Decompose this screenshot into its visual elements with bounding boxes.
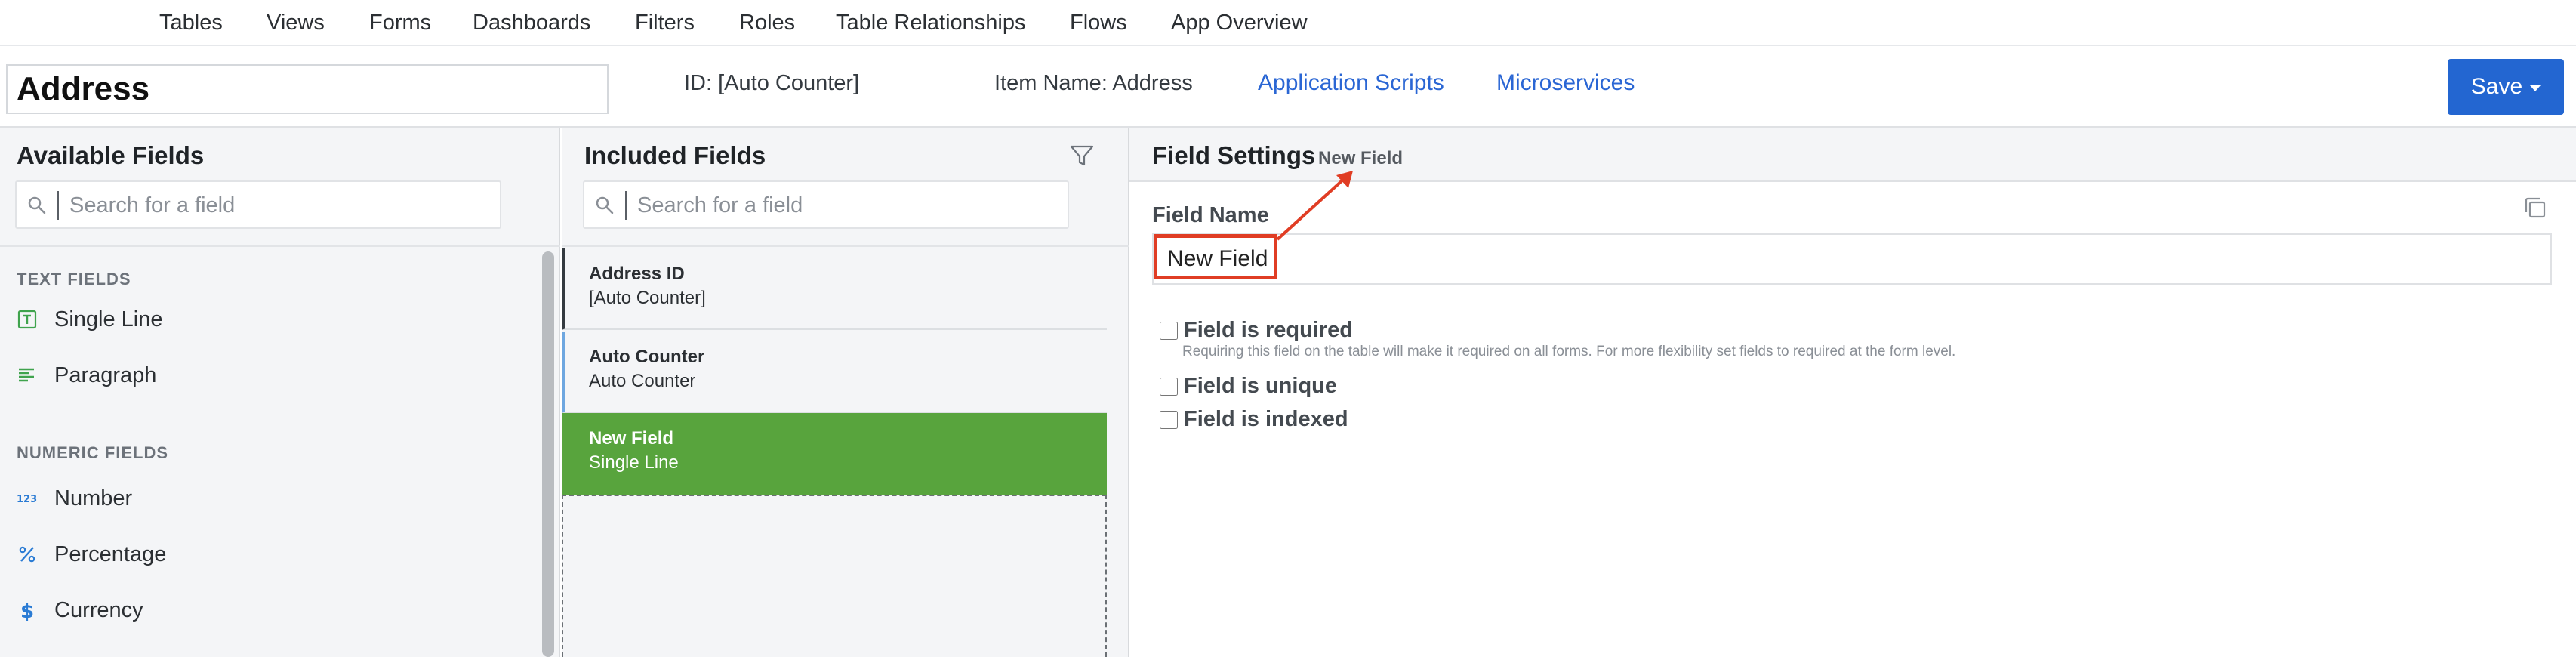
filter-funnel-icon[interactable]: [1069, 143, 1095, 168]
field-settings-title: Field Settings: [1152, 141, 1316, 169]
nav-flows[interactable]: Flows: [1070, 9, 1127, 36]
section-label-text-fields: TEXT FIELDS: [17, 270, 131, 288]
caret-down-icon: [2530, 85, 2541, 91]
copy-icon[interactable]: [2522, 194, 2549, 221]
included-field-type: [Auto Counter]: [589, 288, 706, 308]
field-type-number[interactable]: 123 Number: [17, 483, 132, 514]
search-divider: [625, 191, 627, 220]
available-fields-title: Available Fields: [17, 141, 205, 169]
save-button[interactable]: Save: [2448, 59, 2564, 115]
field-type-label: Paragraph: [54, 362, 157, 387]
field-type-label: Percentage: [54, 541, 167, 566]
divider: [0, 245, 560, 247]
search-icon: [28, 196, 46, 214]
field-unique-row: Field is unique: [1160, 374, 1337, 399]
text-t-icon: [17, 309, 38, 330]
table-name-input[interactable]: [6, 64, 609, 114]
field-type-paragraph[interactable]: Paragraph: [17, 360, 156, 390]
field-unique-checkbox[interactable]: [1160, 377, 1178, 396]
nav-views[interactable]: Views: [267, 9, 325, 36]
percent-icon: [17, 544, 38, 565]
field-type-label: Number: [54, 486, 133, 510]
field-type-percentage[interactable]: Percentage: [17, 539, 166, 569]
available-fields-search: [15, 180, 501, 229]
available-fields-panel: Available Fields TEXT FIELDS Single Line…: [0, 128, 560, 657]
number-123-icon: 123: [17, 488, 38, 509]
svg-text:123: 123: [17, 494, 37, 505]
field-type-currency[interactable]: $ Currency: [17, 595, 143, 625]
available-fields-search-input[interactable]: [69, 190, 492, 221]
field-indexed-label: Field is indexed: [1184, 407, 1348, 431]
field-type-label: Currency: [54, 597, 143, 622]
field-settings-panel: Field Settings New Field Field Name Fiel…: [1129, 128, 2576, 657]
nav-forms[interactable]: Forms: [369, 9, 431, 36]
table-header: ID: [Auto Counter] Item Name: Address Ap…: [0, 46, 2576, 128]
divider: [562, 245, 1129, 247]
included-fields-panel: Included Fields Address ID [Auto Counter…: [562, 128, 1129, 657]
microservices-link[interactable]: Microservices: [1496, 69, 1635, 97]
field-indexed-checkbox[interactable]: [1160, 410, 1178, 429]
top-navigation: Tables Views Forms Dashboards Filters Ro…: [0, 0, 2576, 46]
nav-roles[interactable]: Roles: [739, 9, 795, 36]
included-field-name: Auto Counter: [589, 347, 705, 367]
field-drop-zone[interactable]: [562, 495, 1107, 657]
field-required-row: Field is required: [1160, 318, 1353, 343]
field-name-label: Field Name: [1152, 203, 1269, 227]
paragraph-lines-icon: [17, 365, 38, 386]
included-field-name: Address ID: [589, 264, 685, 284]
table-id-label: ID: [Auto Counter]: [684, 71, 860, 95]
nav-filters[interactable]: Filters: [635, 9, 695, 36]
included-field-name: New Field: [589, 428, 674, 449]
field-unique-label: Field is unique: [1184, 374, 1338, 398]
included-field-address-id[interactable]: Address ID [Auto Counter]: [562, 248, 1107, 330]
dollar-icon: $: [17, 600, 38, 622]
search-icon: [596, 196, 614, 214]
field-type-label: Single Line: [54, 307, 163, 332]
field-required-help-text: Requiring this field on the table will m…: [1182, 344, 1956, 359]
field-settings-header: Field Settings New Field: [1129, 128, 2576, 182]
nav-app-overview[interactable]: App Overview: [1171, 9, 1308, 36]
nav-table-relationships[interactable]: Table Relationships: [836, 9, 1025, 36]
scrollbar-thumb[interactable]: [542, 251, 554, 657]
field-type-single-line[interactable]: Single Line: [17, 304, 163, 335]
section-label-numeric-fields: NUMERIC FIELDS: [17, 443, 168, 462]
included-fields-title: Included Fields: [584, 141, 766, 169]
nav-dashboards[interactable]: Dashboards: [473, 9, 590, 36]
svg-text:$: $: [20, 600, 34, 622]
included-fields-search: [583, 180, 1069, 229]
field-required-checkbox[interactable]: [1160, 321, 1178, 340]
item-name-label: Item Name: Address: [994, 71, 1193, 95]
included-field-new-field-selected[interactable]: New Field Single Line: [562, 413, 1107, 495]
field-settings-subtitle: New Field: [1318, 148, 1404, 168]
save-button-label: Save: [2470, 74, 2523, 99]
search-divider: [57, 191, 59, 220]
included-field-type: Single Line: [589, 452, 679, 473]
field-name-input[interactable]: [1152, 233, 2552, 285]
application-scripts-link[interactable]: Application Scripts: [1258, 69, 1444, 97]
included-field-auto-counter[interactable]: Auto Counter Auto Counter: [562, 332, 1107, 413]
nav-tables[interactable]: Tables: [159, 9, 223, 36]
field-indexed-row: Field is indexed: [1160, 407, 1348, 432]
field-required-label: Field is required: [1184, 318, 1353, 342]
included-field-type: Auto Counter: [589, 371, 696, 391]
included-fields-search-input[interactable]: [637, 190, 1060, 221]
